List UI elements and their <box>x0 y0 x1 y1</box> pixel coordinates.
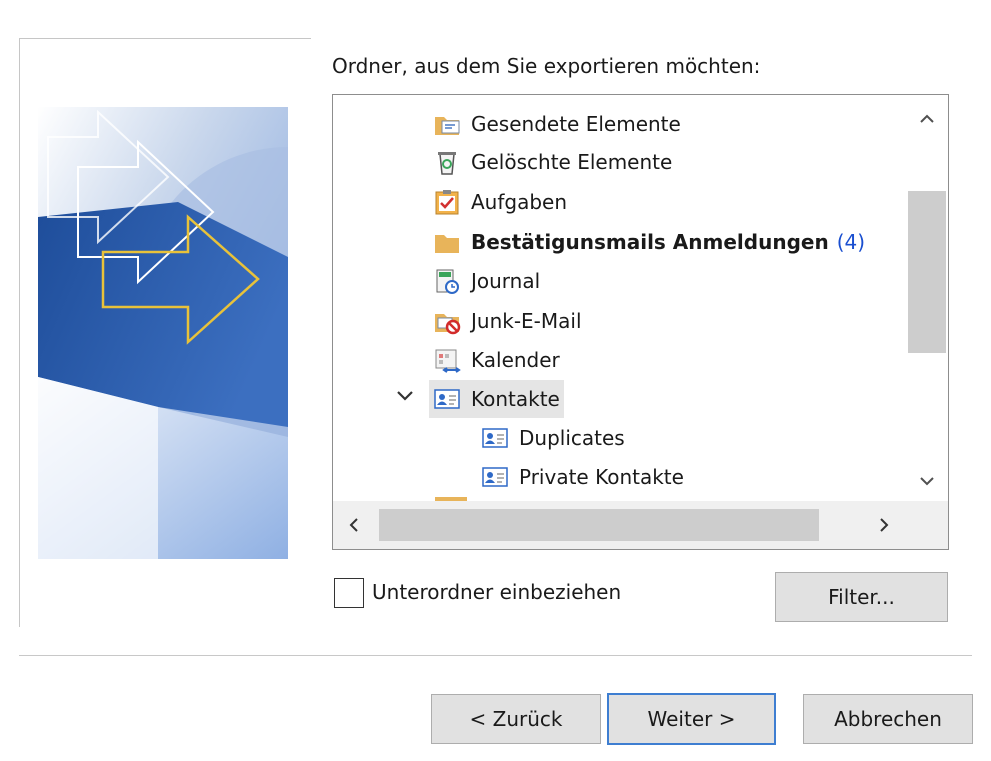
tree-item-label: Kontakte <box>471 387 560 411</box>
cancel-button[interactable]: Abbrechen <box>803 694 973 744</box>
task-checkbox-icon <box>435 190 459 215</box>
filter-button[interactable]: Filter... <box>775 572 948 622</box>
export-wizard-illustration <box>38 107 288 559</box>
tree-item-journal[interactable]: Journal <box>433 262 540 300</box>
tree-item-aufgaben[interactable]: Aufgaben <box>433 183 567 221</box>
tree-item-label: Bestätigunsmails Anmeldungen <box>471 230 829 254</box>
unread-count-badge: (4) <box>836 230 866 254</box>
calendar-icon <box>435 349 461 373</box>
recycle-bin-icon <box>438 152 456 175</box>
tree-item-geloeschte-elemente[interactable]: Gelöschte Elemente <box>433 143 672 181</box>
folder-icon <box>435 235 459 253</box>
tree-item-duplicates[interactable]: Duplicates <box>481 419 625 457</box>
tree-item-label: Private Kontakte <box>519 465 684 489</box>
folder-prompt-label: Ordner, aus dem Sie exportieren möchten: <box>332 54 761 78</box>
tree-item-label: Duplicates <box>519 426 625 450</box>
separator-line <box>19 655 972 656</box>
include-subfolders-checkbox[interactable] <box>334 578 364 608</box>
contact-card-icon <box>482 467 508 487</box>
back-button[interactable]: < Zurück <box>431 694 601 744</box>
tree-item-label: Kalender <box>471 348 560 372</box>
scroll-left-arrow-icon[interactable] <box>333 505 375 545</box>
tree-item-kontakte[interactable]: Kontakte <box>429 380 564 418</box>
include-subfolders-label[interactable]: Unterordner einbeziehen <box>372 580 621 604</box>
scroll-up-arrow-icon[interactable] <box>906 99 948 139</box>
tree-item-junk-e-mail[interactable]: Junk-E-Mail <box>433 302 582 340</box>
tree-item-label: Gelöschte Elemente <box>471 150 673 174</box>
tree-item-gesendete-elemente[interactable]: Gesendete Elemente <box>433 105 681 143</box>
contact-card-icon <box>482 428 508 448</box>
sent-items-folder-icon <box>435 117 460 135</box>
junk-mail-icon <box>435 314 461 335</box>
contact-card-icon <box>434 389 460 409</box>
scroll-down-arrow-icon[interactable] <box>906 461 948 501</box>
journal-icon <box>436 269 459 294</box>
horizontal-scrollbar-thumb[interactable] <box>379 509 819 541</box>
next-button[interactable]: Weiter > <box>607 693 776 745</box>
tree-item-bestaetigungsmails[interactable]: Bestätigunsmails Anmeldungen (4) <box>433 223 865 261</box>
scroll-right-arrow-icon[interactable] <box>863 505 905 545</box>
chevron-down-icon[interactable] <box>395 387 415 408</box>
folder-tree[interactable]: Gesendete Elemente Gelöschte Elemente Au… <box>332 94 949 550</box>
tree-item-label: Journal <box>471 269 541 293</box>
tree-item-kalender[interactable]: Kalender <box>433 341 560 379</box>
tree-item-label: Aufgaben <box>471 190 568 214</box>
tree-item-label: Gesendete Elemente <box>471 112 681 136</box>
tree-item-label: Junk-E-Mail <box>471 309 582 333</box>
tree-item-private-kontakte[interactable]: Private Kontakte <box>481 458 684 496</box>
vertical-scrollbar-thumb[interactable] <box>908 191 946 353</box>
